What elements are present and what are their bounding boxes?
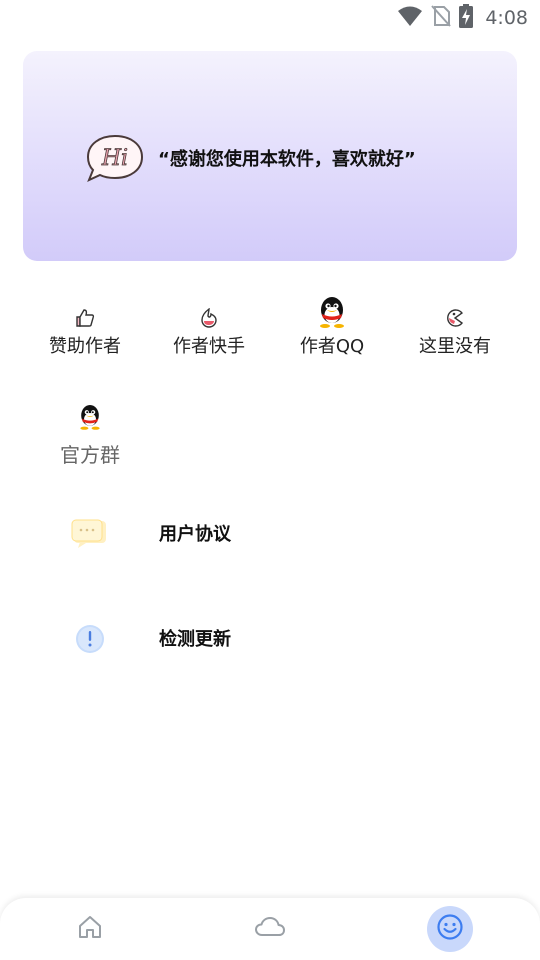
grid-item-label: 赞助作者 [49,336,121,357]
grid-item-official-group[interactable]: 官方群 [35,401,145,468]
wifi-icon [397,5,423,31]
list-item-check-update[interactable]: 检测更新 [0,609,540,669]
grid-item-label: 这里没有 [419,336,491,357]
status-bar: 4:08 [0,0,540,36]
status-icons: 4:08 [397,4,528,32]
pacman-icon [400,296,510,328]
grid-item-kuaishou[interactable]: 作者快手 [154,296,264,358]
chat-bubble-icon [70,518,108,550]
hi-text: Hi [101,146,128,171]
qq-penguin-icon [35,401,145,431]
status-time: 4:08 [485,7,528,29]
no-sim-icon [431,5,452,31]
qq-penguin-icon [277,296,387,328]
home-icon [77,914,103,944]
grid-item-label: 官方群 [60,443,120,467]
bottom-nav [0,898,540,960]
kuaishou-icon [154,296,264,328]
hi-bubble-icon: Hi [84,133,146,183]
smiley-icon [436,913,464,945]
info-alert-icon [70,623,108,655]
grid-item-nothing[interactable]: 这里没有 [400,296,510,358]
grid-item-qq[interactable]: 作者QQ [277,296,387,358]
cloud-icon [254,915,286,943]
thumbs-up-icon [30,296,140,328]
grid-item-label: 作者快手 [173,336,245,357]
grid-item-sponsor[interactable]: 赞助作者 [30,296,140,358]
banner-message: “感谢您使用本软件，喜欢就好” [158,149,416,170]
battery-charging-icon [459,4,474,32]
nav-home[interactable] [67,906,113,952]
list-item-label: 检测更新 [159,629,231,650]
list-item-label: 用户协议 [159,524,231,545]
nav-me[interactable] [427,906,473,952]
grid-item-label: 作者QQ [299,336,365,357]
list-item-user-agreement[interactable]: 用户协议 [0,504,540,564]
nav-cloud[interactable] [247,906,293,952]
